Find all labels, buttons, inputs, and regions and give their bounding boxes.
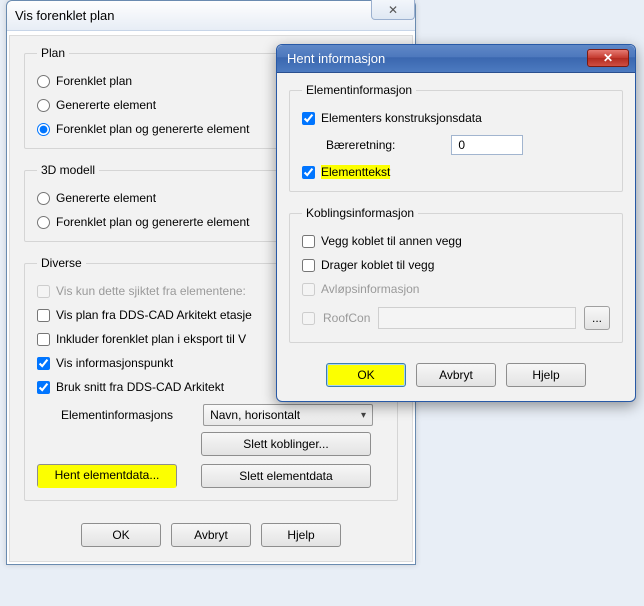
m3d-opt-begge: Forenklet plan og genererte element xyxy=(56,215,249,229)
hent-elementdata-label: Hent elementdata... xyxy=(55,468,160,482)
main-ok-button[interactable]: OK xyxy=(81,523,161,547)
hent-avbryt-label: Avbryt xyxy=(439,368,473,382)
close-glyph: ✕ xyxy=(388,3,398,17)
elementinfo-legend: Elementinformasjon xyxy=(302,83,416,97)
m3d-opt-genererte: Genererte element xyxy=(56,191,156,205)
m3d-radio-genererte[interactable] xyxy=(37,192,50,205)
hent-hjelp-button[interactable]: Hjelp xyxy=(506,363,586,387)
chk-elementtekst-label: Elementtekst xyxy=(321,165,390,179)
baereretning-label: Bæreretning: xyxy=(326,138,395,152)
main-button-row: OK Avbryt Hjelp xyxy=(24,515,398,547)
elementinfo-group: Elementinformasjon Elementers konstruksj… xyxy=(289,83,623,192)
chk-avlop-label: Avløpsinformasjon xyxy=(321,282,419,296)
m3d-radio-begge[interactable] xyxy=(37,216,50,229)
eleminfo-label: Elementinformasjons xyxy=(61,408,173,422)
baereretning-input[interactable]: 0 xyxy=(451,135,523,155)
chk-bruk-snitt-label: Bruk snitt fra DDS-CAD Arkitekt xyxy=(56,380,224,394)
chk-inkluder[interactable] xyxy=(37,333,50,346)
slett-elementdata-button[interactable]: Slett elementdata xyxy=(201,464,371,488)
slett-koblinger-button[interactable]: Slett koblinger... xyxy=(201,432,371,456)
hent-info-body: Elementinformasjon Elementers konstruksj… xyxy=(277,73,635,401)
roofcon-input xyxy=(378,307,576,329)
hent-info-dialog: Hent informasjon ✕ Elementinformasjon El… xyxy=(276,44,636,402)
chk-drager-koblet-label: Drager koblet til vegg xyxy=(321,258,434,272)
main-titlebar[interactable]: Vis forenklet plan ✕ xyxy=(7,1,415,31)
diverse-legend: Diverse xyxy=(37,256,86,270)
plan-radio-begge[interactable] xyxy=(37,123,50,136)
chk-vis-sjikt xyxy=(37,285,50,298)
chk-vis-info[interactable] xyxy=(37,357,50,370)
koblingsinfo-legend: Koblingsinformasjon xyxy=(302,206,418,220)
chk-inkluder-label: Inkluder forenklet plan i eksport til V xyxy=(56,332,246,346)
main-ok-label: OK xyxy=(112,528,129,542)
plan-opt-forenklet: Forenklet plan xyxy=(56,74,132,88)
hent-elementdata-button[interactable]: Hent elementdata... xyxy=(37,464,177,488)
chk-vis-info-label: Vis informasjonspunkt xyxy=(56,356,173,370)
chk-vis-sjikt-label: Vis kun dette sjiktet fra elementene: xyxy=(56,284,246,298)
hent-info-title: Hent informasjon xyxy=(287,51,385,66)
slett-koblinger-label: Slett koblinger... xyxy=(243,437,328,451)
chk-roofcon xyxy=(302,312,315,325)
eleminfo-combo[interactable]: Navn, horisontalt xyxy=(203,404,373,426)
baereretning-value: 0 xyxy=(458,138,465,152)
roofcon-browse-button[interactable]: ... xyxy=(584,306,610,330)
hent-hjelp-label: Hjelp xyxy=(532,368,559,382)
main-avbryt-label: Avbryt xyxy=(194,528,228,542)
eleminfo-combo-value: Navn, horisontalt xyxy=(210,408,300,422)
main-avbryt-button[interactable]: Avbryt xyxy=(171,523,251,547)
chk-roofcon-label: RoofCon xyxy=(323,311,370,325)
modell3d-legend: 3D modell xyxy=(37,163,99,177)
ellipsis-icon: ... xyxy=(592,311,602,325)
chk-vis-plan[interactable] xyxy=(37,309,50,322)
chk-elementtekst[interactable] xyxy=(302,166,315,179)
close-icon[interactable]: ✕ xyxy=(587,49,629,67)
chk-vegg-koblet-label: Vegg koblet til annen vegg xyxy=(321,234,462,248)
hent-avbryt-button[interactable]: Avbryt xyxy=(416,363,496,387)
hent-info-titlebar[interactable]: Hent informasjon ✕ xyxy=(277,45,635,73)
hent-ok-label: OK xyxy=(357,368,374,382)
chk-konstruksjonsdata[interactable] xyxy=(302,112,315,125)
main-title: Vis forenklet plan xyxy=(15,8,115,23)
plan-opt-begge: Forenklet plan og genererte element xyxy=(56,122,249,136)
hent-info-button-row: OK Avbryt Hjelp xyxy=(289,357,623,389)
chk-bruk-snitt[interactable] xyxy=(37,381,50,394)
slett-elementdata-label: Slett elementdata xyxy=(239,469,332,483)
plan-radio-forenklet[interactable] xyxy=(37,75,50,88)
chk-vis-plan-label: Vis plan fra DDS-CAD Arkitekt etasje xyxy=(56,308,252,322)
chk-vegg-koblet[interactable] xyxy=(302,235,315,248)
plan-radio-genererte[interactable] xyxy=(37,99,50,112)
main-hjelp-button[interactable]: Hjelp xyxy=(261,523,341,547)
chk-konstruksjonsdata-label: Elementers konstruksjonsdata xyxy=(321,111,482,125)
hent-ok-button[interactable]: OK xyxy=(326,363,406,387)
close-icon[interactable]: ✕ xyxy=(371,0,415,20)
plan-legend: Plan xyxy=(37,46,69,60)
main-hjelp-label: Hjelp xyxy=(287,528,314,542)
close-glyph: ✕ xyxy=(603,51,613,65)
plan-opt-genererte: Genererte element xyxy=(56,98,156,112)
koblingsinfo-group: Koblingsinformasjon Vegg koblet til anne… xyxy=(289,206,623,343)
chk-drager-koblet[interactable] xyxy=(302,259,315,272)
chk-avlop xyxy=(302,283,315,296)
